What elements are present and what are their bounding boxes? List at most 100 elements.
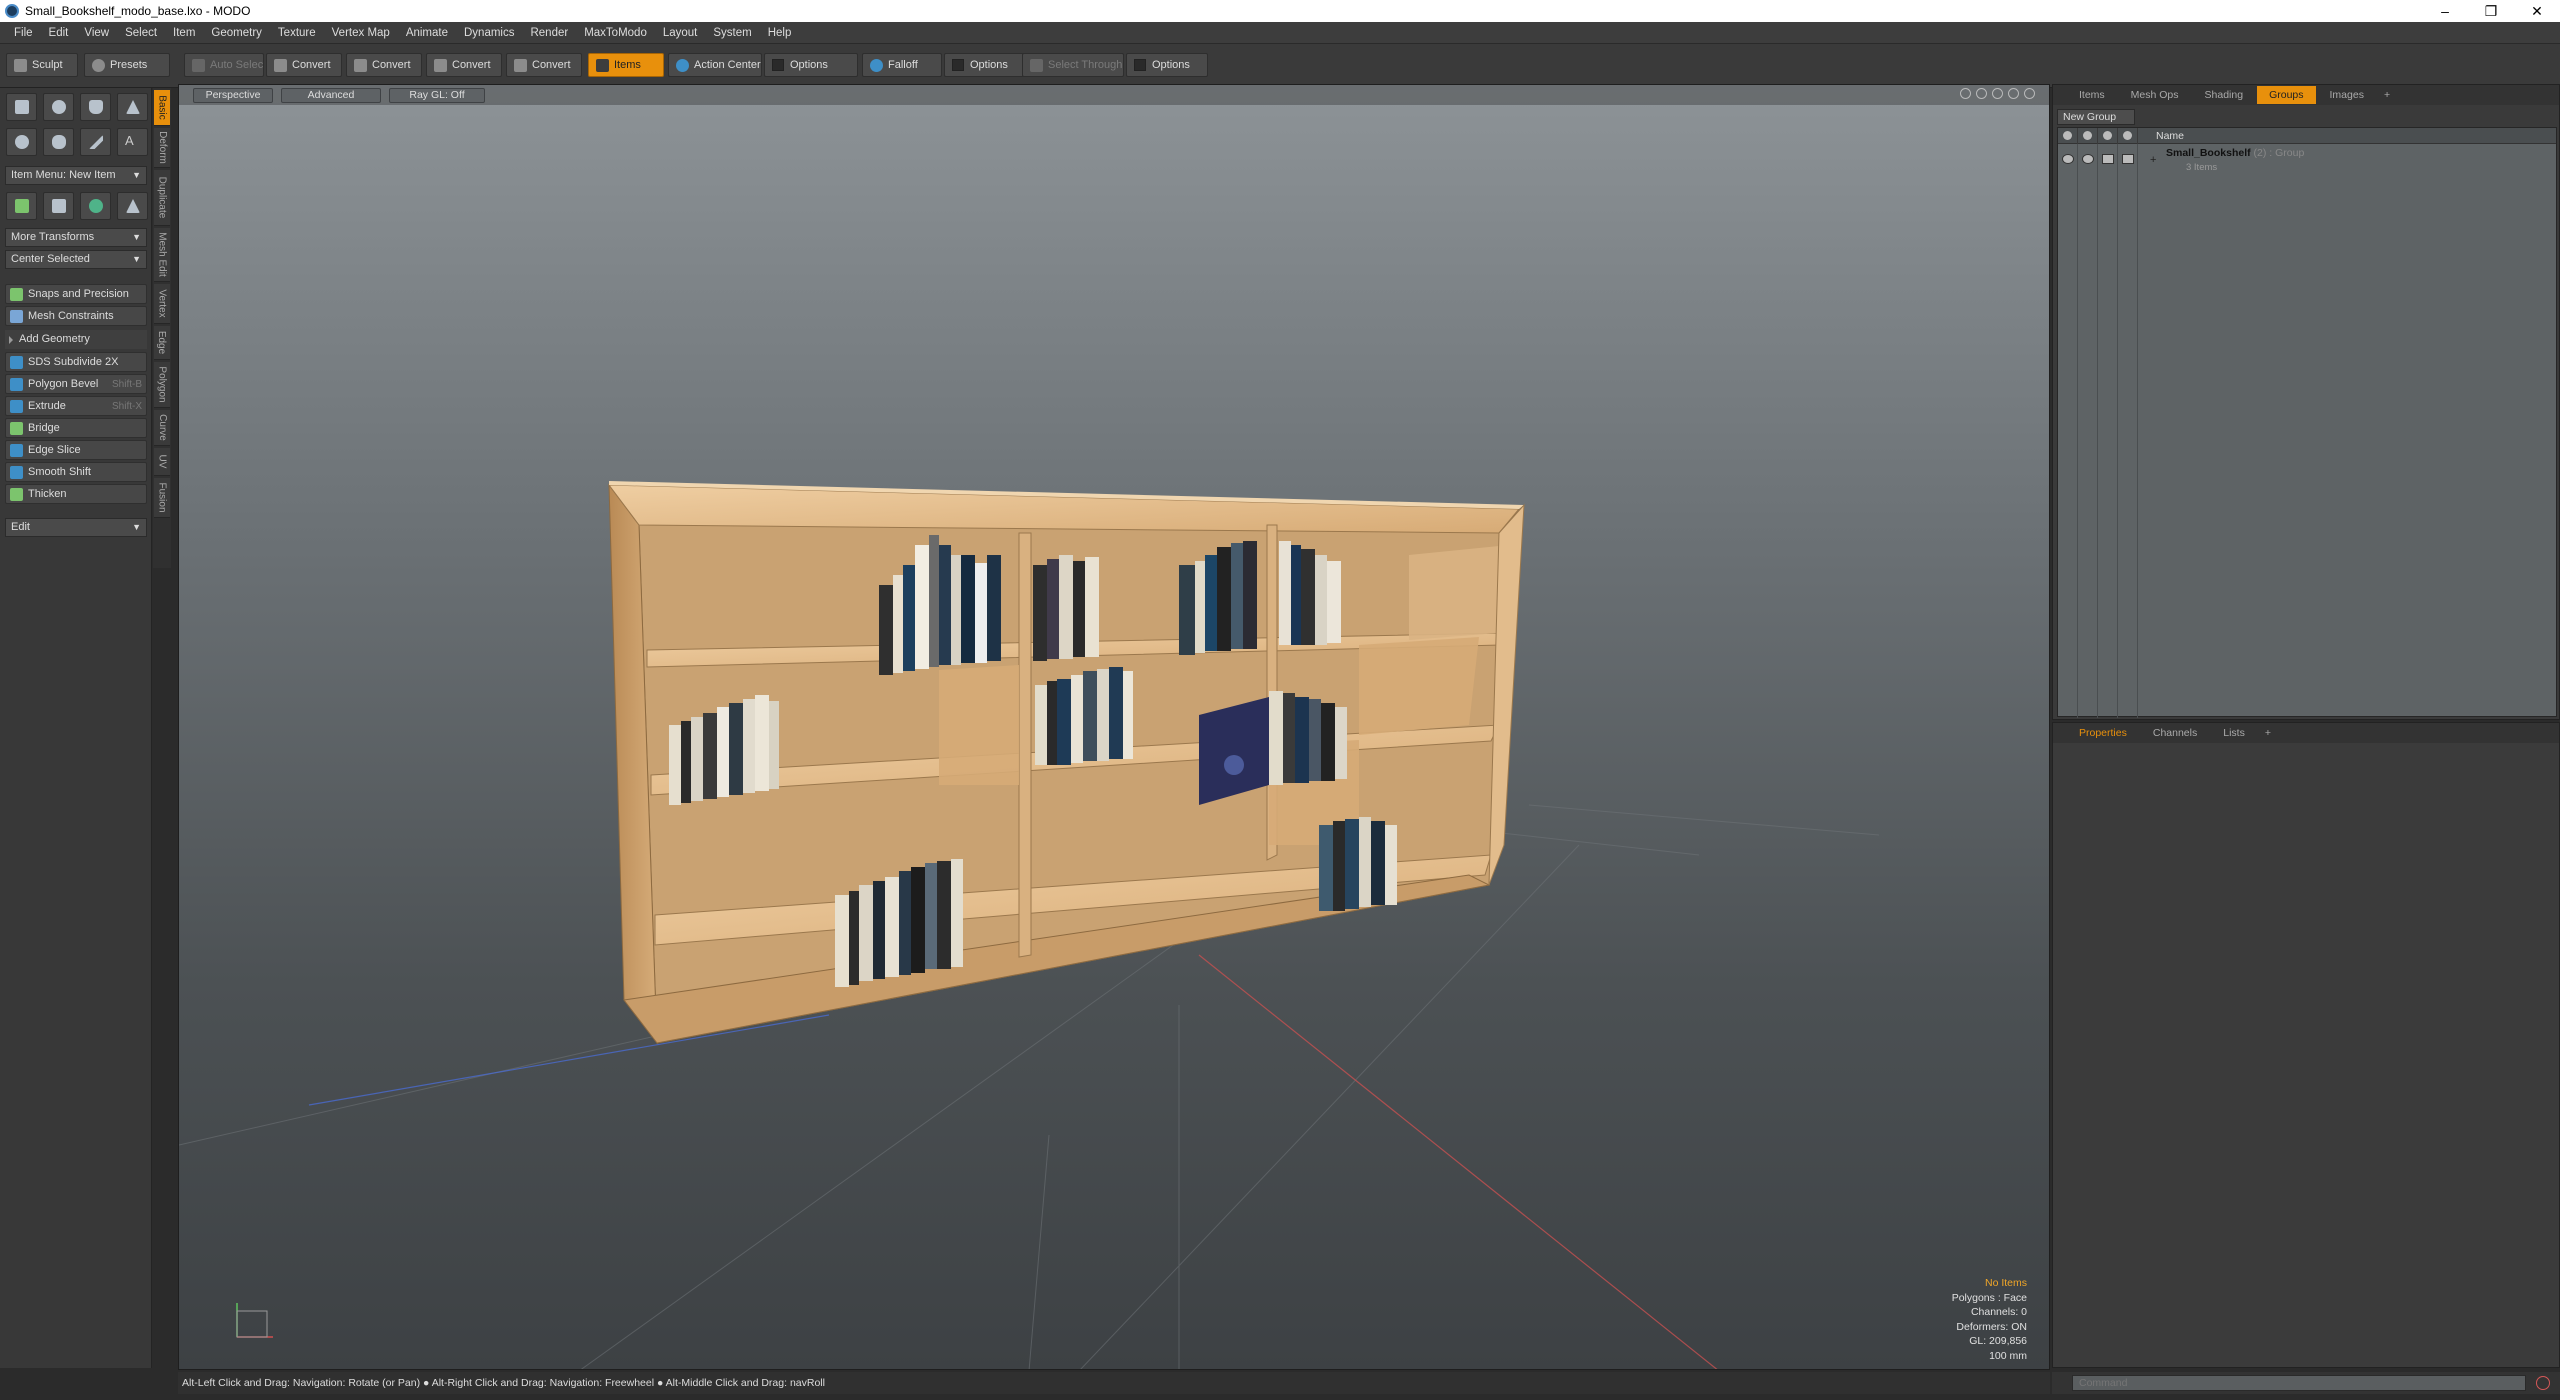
viewport-settings-icon[interactable]	[2024, 88, 2035, 99]
select-through-button[interactable]: Select Through	[1022, 53, 1124, 77]
items-mode-button[interactable]: Items	[588, 53, 664, 77]
convert-materials-button[interactable]: Convert	[506, 53, 582, 77]
bridge-button[interactable]: Bridge	[5, 418, 147, 438]
eye-icon[interactable]	[2062, 154, 2074, 164]
rotate-icon[interactable]	[1976, 88, 1987, 99]
pen-tool-icon[interactable]	[80, 128, 111, 156]
menu-geometry[interactable]: Geometry	[203, 22, 270, 44]
cone-primitive-icon[interactable]	[117, 93, 148, 121]
menu-animate[interactable]: Animate	[398, 22, 456, 44]
locator-icon[interactable]	[6, 192, 37, 220]
fit-icon[interactable]	[2008, 88, 2019, 99]
tab-vertex[interactable]: Vertex	[154, 284, 170, 324]
presets-button[interactable]: Presets	[84, 53, 170, 77]
new-group-button[interactable]: New Group	[2057, 109, 2135, 125]
polygon-bevel-button[interactable]: Polygon Bevel Shift-B	[5, 374, 147, 394]
options-checkbox[interactable]	[772, 59, 784, 71]
add-tab-button[interactable]: +	[2378, 86, 2396, 104]
item-menu-dropdown[interactable]: Item Menu: New Item ▼	[5, 166, 147, 185]
edit-dropdown[interactable]: Edit ▼	[5, 518, 147, 537]
menu-dynamics[interactable]: Dynamics	[456, 22, 522, 44]
tab-channels[interactable]: Channels	[2141, 724, 2209, 742]
convert-edges-button[interactable]: Convert	[346, 53, 422, 77]
expand-icon[interactable]: +	[2150, 154, 2156, 166]
select-header-icon[interactable]	[2118, 128, 2138, 144]
text-primitive-icon[interactable]: A	[117, 128, 148, 156]
mesh-constraints-button[interactable]: Mesh Constraints	[5, 306, 147, 326]
tab-uv[interactable]: UV	[154, 448, 170, 476]
menu-view[interactable]: View	[76, 22, 117, 44]
action-center-button[interactable]: Action Center	[668, 53, 762, 77]
tab-polygon[interactable]: Polygon	[154, 362, 170, 408]
close-button[interactable]: ✕	[2514, 0, 2560, 22]
action-center-options-button[interactable]: Options	[764, 53, 858, 77]
tab-fusion[interactable]: Fusion	[154, 478, 170, 518]
auto-select-button[interactable]: Auto Select	[184, 53, 264, 77]
pan-icon[interactable]	[1960, 88, 1971, 99]
tab-images[interactable]: Images	[2318, 86, 2376, 104]
sphere-primitive-icon[interactable]	[43, 93, 74, 121]
convert-polygons-button[interactable]: Convert	[426, 53, 502, 77]
tab-deform[interactable]: Deform	[154, 128, 170, 168]
advanced-shading-dropdown[interactable]: Advanced	[281, 87, 381, 103]
extrude-button[interactable]: Extrude Shift-X	[5, 396, 147, 416]
tab-basic[interactable]: Basic	[154, 90, 170, 126]
menu-item[interactable]: Item	[165, 22, 203, 44]
group-row[interactable]: + Small_Bookshelf (2) : Group 3 Items	[2058, 144, 2556, 178]
falloff-button[interactable]: Falloff	[862, 53, 942, 77]
smooth-shift-button[interactable]: Smooth Shift	[5, 462, 147, 482]
sds-subdivide-button[interactable]: SDS Subdivide 2X	[5, 352, 147, 372]
command-history-icon[interactable]	[2536, 1376, 2550, 1390]
tab-duplicate[interactable]: Duplicate	[154, 170, 170, 226]
lock-header-icon[interactable]	[2098, 128, 2118, 144]
pyramid-icon[interactable]	[117, 192, 148, 220]
visibility-header-icon[interactable]	[2058, 128, 2078, 144]
menu-vertex-map[interactable]: Vertex Map	[324, 22, 398, 44]
add-geometry-section[interactable]: Add Geometry	[5, 330, 147, 349]
tab-groups[interactable]: Groups	[2257, 86, 2316, 104]
3d-viewport[interactable]: Perspective Advanced Ray GL: Off No Item…	[178, 84, 2050, 1370]
select-toggle-icon[interactable]	[2122, 154, 2134, 164]
command-input[interactable]	[2072, 1375, 2526, 1391]
options-checkbox[interactable]	[1134, 59, 1146, 71]
tab-shading[interactable]: Shading	[2193, 86, 2256, 104]
render-header-icon[interactable]	[2078, 128, 2098, 144]
maximize-button[interactable]: ❐	[2468, 0, 2514, 22]
menu-edit[interactable]: Edit	[41, 22, 77, 44]
zoom-icon[interactable]	[1992, 88, 2003, 99]
thicken-button[interactable]: Thicken	[5, 484, 147, 504]
capsule-primitive-icon[interactable]	[43, 128, 74, 156]
tab-mesh-ops[interactable]: Mesh Ops	[2119, 86, 2191, 104]
menu-layout[interactable]: Layout	[655, 22, 706, 44]
menu-select[interactable]: Select	[117, 22, 165, 44]
convert-vertices-button[interactable]: Convert	[266, 53, 342, 77]
menu-help[interactable]: Help	[760, 22, 800, 44]
cylinder-primitive-icon[interactable]	[80, 93, 111, 121]
edge-slice-button[interactable]: Edge Slice	[5, 440, 147, 460]
torus-primitive-icon[interactable]	[6, 128, 37, 156]
minimize-button[interactable]: –	[2422, 0, 2468, 22]
center-selected-dropdown[interactable]: Center Selected ▼	[5, 250, 147, 269]
lock-toggle-icon[interactable]	[2102, 154, 2114, 164]
menu-render[interactable]: Render	[522, 22, 576, 44]
falloff-options-button[interactable]: Options	[944, 53, 1024, 77]
tab-mesh-edit[interactable]: Mesh Edit	[154, 228, 170, 282]
grid-icon[interactable]	[43, 192, 74, 220]
cube-primitive-icon[interactable]	[6, 93, 37, 121]
tab-edge[interactable]: Edge	[154, 326, 170, 360]
menu-maxtomodo[interactable]: MaxToModo	[576, 22, 655, 44]
raygl-toggle[interactable]: Ray GL: Off	[389, 87, 485, 103]
menu-file[interactable]: File	[6, 22, 41, 44]
menu-system[interactable]: System	[705, 22, 759, 44]
globe-icon[interactable]	[80, 192, 111, 220]
sculpt-button[interactable]: Sculpt	[6, 53, 78, 77]
view-mode-dropdown[interactable]: Perspective	[193, 87, 273, 103]
more-transforms-dropdown[interactable]: More Transforms ▼	[5, 228, 147, 247]
options-checkbox[interactable]	[952, 59, 964, 71]
tab-curve[interactable]: Curve	[154, 410, 170, 446]
select-through-options-button[interactable]: Options	[1126, 53, 1208, 77]
add-tab-button[interactable]: +	[2259, 724, 2277, 742]
tab-lists[interactable]: Lists	[2211, 724, 2257, 742]
snaps-precision-button[interactable]: Snaps and Precision	[5, 284, 147, 304]
tab-properties[interactable]: Properties	[2067, 724, 2139, 742]
